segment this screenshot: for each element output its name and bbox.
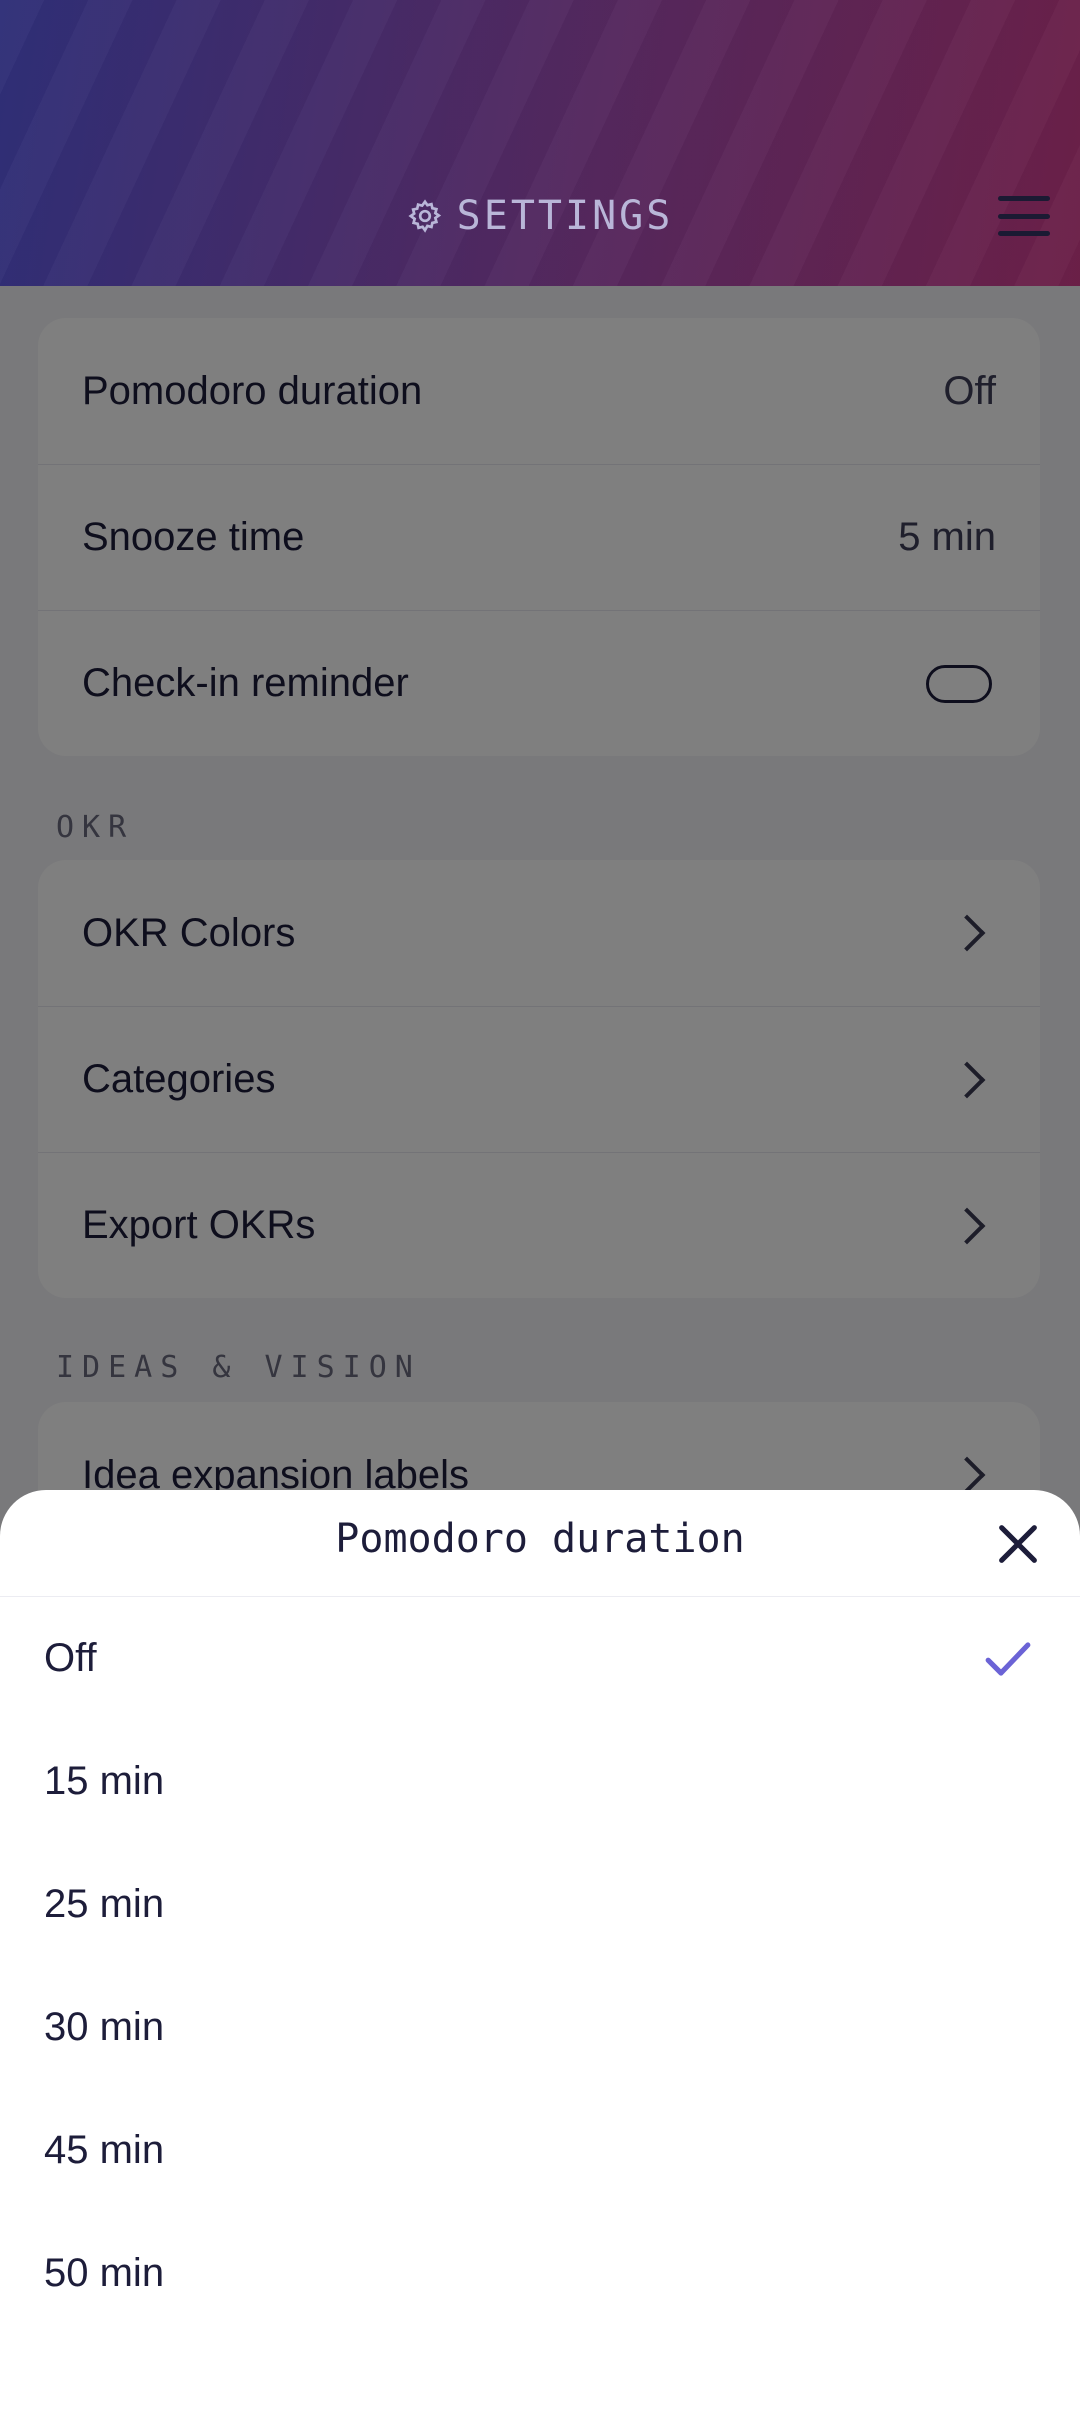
sheet-header: Pomodoro duration <box>0 1490 1080 1597</box>
page-title: SETTINGS <box>456 193 674 239</box>
option-label: 15 min <box>44 1759 165 1803</box>
option-30-min[interactable]: 30 min <box>0 1966 1080 2089</box>
gear-icon <box>408 199 441 233</box>
option-label: 45 min <box>44 2128 165 2172</box>
option-50-min[interactable]: 50 min <box>0 2212 1080 2335</box>
option-25-min[interactable]: 25 min <box>0 1843 1080 1966</box>
option-label: 50 min <box>44 2251 165 2295</box>
checkmark-icon <box>985 1641 1031 1676</box>
hamburger-line-2 <box>998 213 1050 219</box>
app-header: SETTINGS <box>0 0 1080 286</box>
header-title-group: SETTINGS <box>0 190 1080 242</box>
sheet-title: Pomodoro duration <box>335 1516 745 1562</box>
option-label: 25 min <box>44 1882 165 1926</box>
option-label: Off <box>44 1636 97 1680</box>
menu-button[interactable] <box>998 196 1050 236</box>
hamburger-line-3 <box>998 231 1050 236</box>
option-label: 30 min <box>44 2005 165 2049</box>
option-45-min[interactable]: 45 min <box>0 2089 1080 2212</box>
option-off[interactable]: Off <box>0 1597 1080 1720</box>
pomodoro-duration-sheet: Pomodoro duration Off 15 min 25 min 30 m… <box>0 1490 1080 2424</box>
option-15-min[interactable]: 15 min <box>0 1720 1080 1843</box>
close-icon[interactable] <box>990 1516 1046 1572</box>
hamburger-menu-icon <box>998 196 1050 201</box>
